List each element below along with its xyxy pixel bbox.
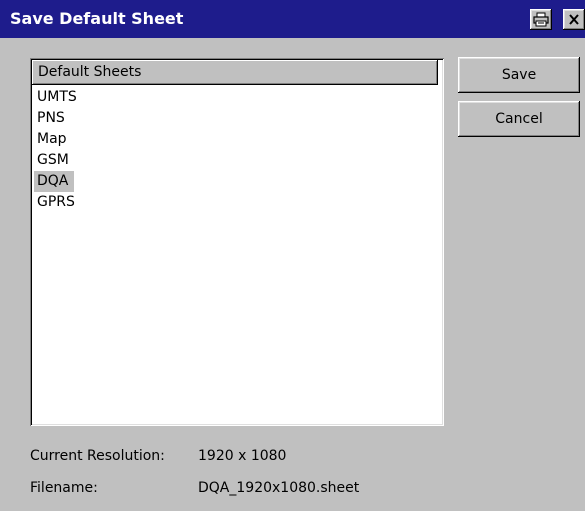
list-column-header[interactable]: Default Sheets — [32, 60, 438, 85]
filename-value: DQA_1920x1080.sheet — [198, 480, 360, 496]
list-item[interactable]: GSM — [34, 150, 75, 171]
close-icon — [569, 14, 579, 25]
cancel-button[interactable]: Cancel — [458, 101, 580, 137]
window-title: Save Default Sheet — [10, 9, 184, 28]
printer-icon — [533, 12, 549, 27]
list-item[interactable]: Map — [34, 129, 73, 150]
list-items: UMTS PNS Map GSM DQA GPRS — [34, 87, 438, 213]
filename-label: Filename: — [30, 480, 98, 496]
print-button[interactable] — [530, 9, 552, 30]
default-sheets-list[interactable]: Default Sheets UMTS PNS Map GSM DQA GPRS — [30, 58, 444, 426]
resolution-value: 1920 x 1080 — [198, 448, 287, 464]
list-item-selected[interactable]: DQA — [34, 171, 75, 192]
resolution-label: Current Resolution: — [30, 448, 165, 464]
save-button[interactable]: Save — [458, 57, 580, 93]
list-header-label: Default Sheets — [38, 64, 142, 80]
list-item[interactable]: GPRS — [34, 192, 81, 213]
list-item[interactable]: UMTS — [34, 87, 83, 108]
title-bar[interactable]: Save Default Sheet — [0, 0, 585, 38]
close-button[interactable] — [563, 9, 585, 30]
list-item[interactable]: PNS — [34, 108, 71, 129]
